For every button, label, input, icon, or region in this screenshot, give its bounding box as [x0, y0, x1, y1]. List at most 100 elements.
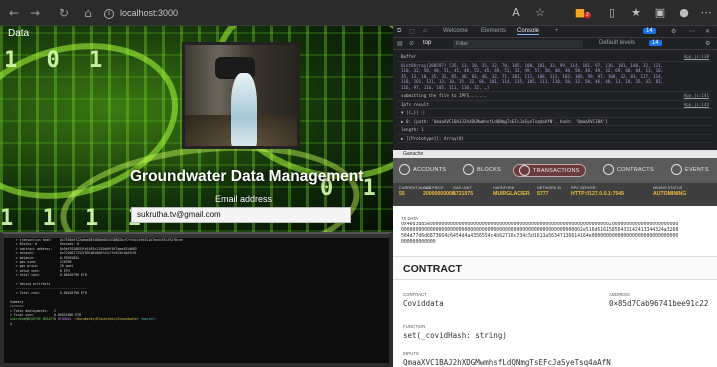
- console-source-link[interactable]: App.js:138: [684, 54, 709, 60]
- stat-value: HTTP://127.0.0.1:7545: [571, 191, 625, 197]
- console-line: length: 1: [397, 126, 713, 135]
- console-toolbar: ▤ ⊘ top Filter Default levels 14 ⚙: [393, 38, 717, 50]
- back-icon[interactable]: ←: [6, 5, 22, 21]
- settings-gear-icon[interactable]: ⚙: [671, 28, 676, 35]
- console-line: ▶ 0: {path: 'QmaaXVC1BA3J2hXDGMwmhsfLdQN…: [397, 118, 713, 126]
- log-levels-select[interactable]: Default levels: [599, 40, 635, 46]
- contract-heading: CONTRACT: [403, 263, 462, 275]
- stat-value: 20000000000: [423, 191, 455, 197]
- info-icon[interactable]: i: [104, 8, 114, 19]
- devtools-tabbar: ⧉ ⬚ ⌂ Welcome Elements Console + 14 ⚙ ⋯ …: [393, 26, 717, 38]
- console-line: ▶ [[Prototype]]: Array(0): [397, 135, 713, 143]
- console-line-text: Ipfs result: [401, 101, 429, 107]
- forward-icon[interactable]: →: [27, 5, 43, 21]
- close-icon[interactable]: ✕: [705, 28, 710, 35]
- terminal-prompt: sukrutha@DESKTOP-3D54S7B MINGW64 ~/Docum…: [10, 317, 156, 326]
- console-line: Ipfs result App.js:144: [397, 101, 713, 109]
- ganache-stats-bar: CURRENT BLOCK 55 GAS PRICE 20000000000 GAS L…: [393, 182, 717, 206]
- nav-transactions[interactable]: TRANSACTIONS: [513, 164, 586, 177]
- ganache-window: Ganache ACCOUNTS BLOCKS TRANSACTIONS CONTRA…: [393, 150, 717, 367]
- filter-input[interactable]: Filter: [453, 40, 583, 48]
- console-source-link[interactable]: App.js:144: [684, 102, 709, 108]
- sidebar-toggle-icon[interactable]: ▤: [397, 40, 403, 47]
- contract-name: Coviddata: [403, 299, 444, 308]
- stat-value: MUIRGLACIER: [493, 191, 530, 197]
- more-menu-icon[interactable]: ⋯: [698, 5, 714, 21]
- console-line-text: length: 1: [401, 127, 424, 132]
- transaction-detail: TX DATA 0x4ed3885e0000000000000000000000…: [393, 206, 717, 367]
- function-label: FUNCTION: [403, 324, 426, 329]
- contract-label: CONTRACT: [403, 292, 427, 297]
- function-signature: set(_covidHash: string): [403, 331, 507, 340]
- terminal-window[interactable]: > transaction hash: 0x7556e6f22a8ae087d0…: [0, 232, 393, 367]
- issues-count[interactable]: 14: [649, 40, 662, 46]
- events-icon: [671, 164, 682, 176]
- page-heading: Groundwater Data Management: [130, 168, 364, 185]
- console-line-text: Buffer: [401, 54, 417, 59]
- terminal-output: > transaction hash: 0x7556e6f22a8ae087d0…: [10, 238, 183, 317]
- reload-icon[interactable]: ↻: [56, 5, 72, 21]
- stat-hardfork: HARDFORK MUIRGLACIER: [493, 186, 530, 198]
- email-label: Email address: [215, 194, 273, 204]
- stat-value: 5777: [537, 191, 549, 197]
- groundwater-photo: [182, 42, 300, 149]
- nav-label: ACCOUNTS: [413, 167, 447, 173]
- inputs-label: INPUTS: [403, 351, 419, 356]
- stat-value: AUTOMINING: [653, 191, 687, 197]
- console-line-text: ▶ 0: {path: 'QmaaXVC1BA3J2hXDGMwmhsfLdQN…: [401, 118, 608, 124]
- email-field[interactable]: sukrutha.tv@gmail.com: [131, 207, 351, 223]
- stat-mining-status: MINING STATUS AUTOMINING: [653, 186, 686, 198]
- address-label: ADDRESS: [609, 292, 630, 297]
- more-devtools-icon[interactable]: ⋯: [689, 28, 695, 35]
- add-tab-icon[interactable]: +: [555, 28, 559, 34]
- contract-section-header: CONTRACT: [393, 256, 717, 280]
- console-line: Uint8Array(268597) [35, 13, 10, 35, 32, …: [397, 62, 713, 92]
- inputs-value: QmaaXVC1BAJ2hXDGMwmhsfLdQNmgTsEFcJaSyeTs…: [403, 358, 611, 367]
- binary-decoration: 1 0 1: [4, 48, 111, 73]
- nav-label: EVENTS: [685, 167, 709, 173]
- nav-blocks[interactable]: BLOCKS: [463, 164, 501, 177]
- console-line-text: submitting the file to IPFS.......: [401, 93, 487, 98]
- collections-icon[interactable]: ▣: [652, 5, 668, 21]
- nav-label: BLOCKS: [477, 167, 502, 173]
- tab-console[interactable]: Console: [517, 28, 540, 35]
- issues-badge[interactable]: 14: [643, 28, 656, 34]
- home-icon[interactable]: ⌂: [80, 5, 96, 21]
- url-text: localhost:3000: [120, 8, 179, 18]
- stat-network-id: NETWORK ID 5777: [537, 186, 561, 198]
- transactions-icon: [519, 165, 530, 177]
- nav-label: TRANSACTIONS: [533, 168, 580, 174]
- inspect-icon[interactable]: ⬚: [409, 28, 415, 35]
- console-settings-icon[interactable]: ⚙: [705, 40, 710, 47]
- ganache-nav: ACCOUNTS BLOCKS TRANSACTIONS CONTRACTS EVENT…: [393, 158, 717, 182]
- stat-gas-limit: GAS LIMIT 6721975: [453, 186, 473, 198]
- favorite-icon[interactable]: ☆: [532, 5, 548, 21]
- extension-badge: 2: [584, 12, 591, 18]
- tx-data-label: TX DATA: [401, 216, 419, 221]
- stat-value: 6721975: [453, 191, 474, 197]
- terminal-titlebar: [4, 234, 389, 238]
- profile-icon[interactable]: ●: [676, 5, 692, 21]
- nav-contracts[interactable]: CONTRACTS: [603, 164, 654, 177]
- context-select[interactable]: top: [423, 40, 431, 46]
- clear-console-icon[interactable]: ⊘: [409, 40, 414, 47]
- address-bar[interactable]: i localhost:3000: [104, 4, 484, 22]
- console-line: Buffer App.js:138: [397, 53, 713, 62]
- favorites-bar-icon[interactable]: ★: [628, 5, 644, 21]
- device-toolbar-icon[interactable]: ⧉: [397, 28, 401, 35]
- groundwater-app: 1 0 1 1 1 1 1 0 1 Data Groundwater Data …: [0, 26, 393, 232]
- home-devtools-icon[interactable]: ⌂: [423, 28, 427, 34]
- nav-accounts[interactable]: ACCOUNTS: [399, 164, 446, 177]
- app-title: Data: [8, 28, 30, 39]
- devtools-panel: ⧉ ⬚ ⌂ Welcome Elements Console + 14 ⚙ ⋯ …: [393, 26, 717, 150]
- console-source-link[interactable]: App.js:141: [684, 93, 709, 99]
- tab-welcome[interactable]: Welcome: [443, 28, 468, 34]
- nav-events[interactable]: EVENTS: [671, 164, 709, 177]
- stat-rpc-server: RPC SERVER HTTP://127.0.0.1:7545: [571, 186, 624, 198]
- tab-elements[interactable]: Elements: [481, 28, 506, 34]
- blocks-icon: [463, 164, 474, 176]
- read-aloud-icon[interactable]: A: [508, 5, 524, 21]
- browser-toolbar: ← → ↻ ⌂ i localhost:3000 A ☆ ■ 2 ▯ ★ ▣ ● …: [0, 0, 717, 26]
- contracts-icon: [603, 164, 614, 176]
- split-screen-icon[interactable]: ▯: [604, 5, 620, 21]
